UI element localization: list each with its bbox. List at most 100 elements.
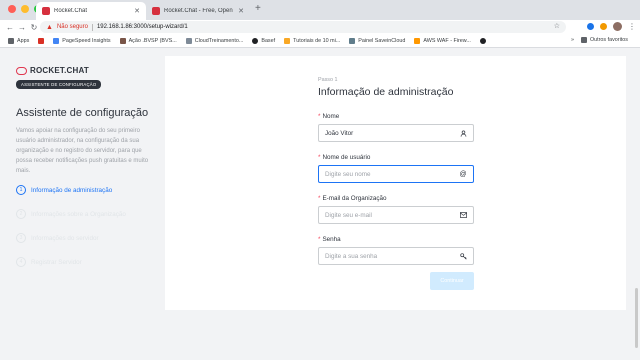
address-bar[interactable]: ▲ Não seguro 192.168.1.86:3000/setup-wiz… bbox=[40, 21, 566, 33]
bookmark-apps[interactable]: Apps bbox=[8, 37, 29, 44]
key-icon bbox=[459, 252, 467, 260]
continue-button[interactable]: Continuar bbox=[430, 272, 474, 290]
more-bookmarks-chevron-icon[interactable]: » bbox=[571, 37, 574, 43]
tab-title: Rocket.Chat - Free, Open Sou bbox=[164, 8, 234, 14]
more-menu-icon[interactable]: ⋮ bbox=[628, 22, 636, 31]
step-number: 2 bbox=[16, 209, 26, 219]
name-field: * Nome João Vitor bbox=[318, 113, 474, 142]
username-field: * Nome de usuário Digite seu nome @ bbox=[318, 154, 474, 183]
at-icon: @ bbox=[459, 170, 467, 178]
field-label: * Senha bbox=[318, 236, 341, 243]
extension-icon[interactable] bbox=[587, 23, 594, 30]
other-bookmarks[interactable]: » Outros favoritos bbox=[571, 37, 628, 43]
bookmark-aws-waf[interactable]: AWS WAF - Firew... bbox=[414, 37, 471, 44]
password-input[interactable]: Digite a sua senha bbox=[318, 247, 474, 265]
bookmark-basef[interactable]: Basef bbox=[252, 37, 275, 44]
close-tab-icon[interactable]: ✕ bbox=[238, 7, 244, 15]
user-icon bbox=[459, 130, 467, 137]
browser-tab-rocket-chat[interactable]: Rocket.Chat ✕ bbox=[36, 2, 146, 20]
step-label: Informação de administração bbox=[31, 186, 113, 194]
tutorial-icon bbox=[284, 37, 291, 44]
field-label: * Nome de usuário bbox=[318, 154, 371, 161]
logo-text: ROCKET.CHAT bbox=[30, 66, 89, 75]
step-label: Informações do servidor bbox=[31, 234, 99, 242]
step-indicator: Passo 1 bbox=[318, 77, 338, 83]
bookmark-saveincloud[interactable]: Painel SaveinCloud bbox=[349, 37, 405, 44]
step-label: Registrar Servidor bbox=[31, 258, 82, 266]
form-title: Informação de administração bbox=[318, 86, 454, 98]
bookmark-gmail[interactable] bbox=[38, 37, 45, 44]
reload-icon[interactable]: ↻ bbox=[28, 23, 40, 32]
url-text[interactable]: 192.168.1.86:3000/setup-wizard/1 bbox=[97, 24, 188, 30]
rocket-chat-favicon-icon bbox=[42, 7, 50, 15]
step-number: 4 bbox=[16, 257, 26, 267]
tab-title: Rocket.Chat bbox=[54, 8, 88, 14]
stock-icon bbox=[119, 37, 126, 44]
minimize-window-button[interactable] bbox=[21, 5, 29, 13]
email-input[interactable]: Digite seu e-mail bbox=[318, 206, 474, 224]
wizard-sidebar: ROCKET.CHAT ASSISTENTE DE CONFIGURAÇÃO A… bbox=[0, 48, 160, 318]
extension-icon[interactable] bbox=[600, 23, 607, 30]
step-number: 1 bbox=[16, 185, 26, 195]
globe-icon bbox=[252, 37, 259, 44]
wizard-steps: 1 Informação de administração 2 Informaç… bbox=[16, 178, 126, 274]
globe-icon bbox=[479, 37, 486, 44]
page-icon bbox=[349, 37, 356, 44]
gmail-icon bbox=[38, 37, 45, 44]
field-label: * E-mail da Organização bbox=[318, 195, 387, 202]
close-window-button[interactable] bbox=[8, 5, 16, 13]
bookmark-star-icon[interactable]: ☆ bbox=[554, 22, 560, 30]
required-marker: * bbox=[318, 236, 321, 243]
required-marker: * bbox=[318, 113, 321, 120]
wizard-step-4: 4 Registrar Servidor bbox=[16, 250, 126, 274]
divider bbox=[91, 23, 93, 31]
folder-icon bbox=[580, 37, 587, 43]
not-secure-label: Não seguro bbox=[56, 24, 88, 30]
sidebar-description: Vamos apoiar na configuração do seu prim… bbox=[16, 128, 149, 174]
screen: Rocket.Chat ✕ Rocket.Chat - Free, Open S… bbox=[0, 0, 640, 360]
bookmark-tutoriais[interactable]: Tutoriais de 10 mi... bbox=[284, 37, 340, 44]
pagespeed-icon bbox=[53, 37, 60, 44]
new-tab-button[interactable]: + bbox=[255, 3, 261, 14]
bookmark-pagespeed[interactable]: PageSpeed Insights bbox=[53, 37, 111, 44]
back-arrow-icon[interactable]: ← bbox=[4, 23, 16, 32]
aws-icon bbox=[414, 37, 421, 44]
sidebar-title: Assistente de configuração bbox=[16, 107, 149, 119]
input-placeholder[interactable]: Digite seu nome bbox=[325, 171, 459, 178]
input-placeholder[interactable]: Digite seu e-mail bbox=[325, 212, 459, 219]
mail-icon bbox=[459, 212, 467, 218]
bookmark-cloudtreinamento[interactable]: CloudTreinamento... bbox=[185, 37, 243, 44]
browser-toolbar: ← → ↻ ▲ Não seguro 192.168.1.86:3000/set… bbox=[0, 20, 640, 34]
rocket-chat-logo-icon bbox=[16, 66, 27, 75]
wizard-step-3: 3 Informações do servidor bbox=[16, 226, 126, 250]
bookmarks-bar: Apps PageSpeed Insights Ação .BVSP (BVS.… bbox=[0, 34, 640, 48]
input-placeholder[interactable]: Digite a sua senha bbox=[325, 253, 459, 260]
password-field: * Senha Digite a sua senha bbox=[318, 236, 474, 265]
required-marker: * bbox=[318, 154, 321, 161]
bookmark-globe[interactable] bbox=[479, 37, 486, 44]
rocket-chat-logo: ROCKET.CHAT bbox=[16, 66, 89, 75]
input-value[interactable]: João Vitor bbox=[325, 130, 459, 137]
rocket-chat-favicon-icon bbox=[152, 7, 160, 15]
step-label: Informações sobre a Organização bbox=[31, 210, 126, 218]
setup-wizard-page: ROCKET.CHAT ASSISTENTE DE CONFIGURAÇÃO A… bbox=[0, 48, 640, 360]
required-marker: * bbox=[318, 195, 321, 202]
extensions-area: ⋮ bbox=[587, 22, 636, 31]
organization-email-field: * E-mail da Organização Digite seu e-mail bbox=[318, 195, 474, 224]
step-number: 3 bbox=[16, 233, 26, 243]
wizard-step-2: 2 Informações sobre a Organização bbox=[16, 202, 126, 226]
username-input[interactable]: Digite seu nome @ bbox=[318, 165, 474, 183]
warning-icon: ▲ bbox=[46, 23, 53, 31]
browser-tab-rocket-chat-site[interactable]: Rocket.Chat - Free, Open Sou ✕ bbox=[146, 2, 250, 20]
field-label: * Nome bbox=[318, 113, 340, 120]
setup-wizard-badge: ASSISTENTE DE CONFIGURAÇÃO bbox=[16, 80, 102, 89]
close-tab-icon[interactable]: ✕ bbox=[134, 7, 140, 15]
admin-info-form-card: Passo 1 Informação de administração * Nom… bbox=[165, 56, 626, 310]
page-scrollbar[interactable] bbox=[635, 288, 638, 348]
name-input[interactable]: João Vitor bbox=[318, 124, 474, 142]
forward-arrow-icon[interactable]: → bbox=[16, 23, 28, 32]
page-icon bbox=[185, 37, 192, 44]
avatar[interactable] bbox=[613, 22, 622, 31]
apps-grid-icon bbox=[8, 37, 14, 44]
bookmark-bvsp[interactable]: Ação .BVSP (BVS... bbox=[119, 37, 177, 44]
